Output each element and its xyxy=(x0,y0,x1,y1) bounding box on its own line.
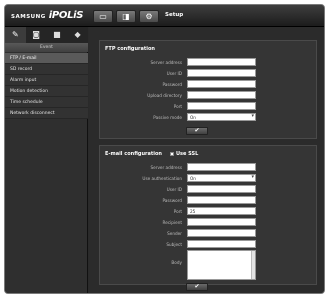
email-server-address-label: Server address xyxy=(150,165,182,170)
wrench-icon: ✎ xyxy=(12,30,19,39)
sidebar-item-network-disconnect[interactable]: Network disconnect xyxy=(5,108,88,119)
use-ssl-label: Use SSL xyxy=(176,151,199,157)
sidebar-menu: FTP / E-mail SD record Alarm input Motio… xyxy=(5,53,88,119)
main-content: FTP configuration Server address User ID… xyxy=(89,27,324,293)
ftp-server-address-label: Server address xyxy=(150,60,182,65)
tab-network[interactable]: ◆ xyxy=(67,27,88,43)
sidebar: ✎ ◙ ■ ◆ Event FTP / E-mail SD record Ala… xyxy=(5,27,88,293)
email-apply-button[interactable]: ✔ xyxy=(186,283,208,291)
app-window: SAMSUNG iPOLiS ▭ ◨ ⚙ Setup ✎ ◙ ■ ◆ Event… xyxy=(4,4,325,294)
email-body-label: Body xyxy=(171,260,182,265)
email-user-id-row: User ID xyxy=(100,185,318,194)
email-title: E-mail configuration xyxy=(105,151,162,157)
email-use-authentication-select[interactable]: On xyxy=(187,174,256,182)
ftp-password-row: Password xyxy=(100,80,318,89)
sidebar-item-sd-record[interactable]: SD record xyxy=(5,64,88,75)
sidebar-section-header: Event xyxy=(5,43,88,52)
ftp-password-label: Password xyxy=(162,82,182,87)
sidebar-tabs: ✎ ◙ ■ ◆ xyxy=(5,27,88,43)
email-port-label: Port xyxy=(173,209,182,214)
ftp-configuration-panel: FTP configuration Server address User ID… xyxy=(99,40,317,139)
ftp-title: FTP configuration xyxy=(105,46,155,52)
sidebar-item-motion-detection[interactable]: Motion detection xyxy=(5,86,88,97)
monitor-button[interactable]: ▭ xyxy=(93,10,113,23)
sidebar-item-alarm-input[interactable]: Alarm input xyxy=(5,75,88,86)
ftp-port-input[interactable] xyxy=(187,102,256,110)
email-port-input[interactable]: 25 xyxy=(187,207,256,215)
logo-brand: SAMSUNG xyxy=(11,14,46,20)
email-password-label: Password xyxy=(162,198,182,203)
playback-icon: ◨ xyxy=(122,12,130,21)
ftp-password-input[interactable] xyxy=(187,80,256,88)
email-body-textarea[interactable] xyxy=(187,250,256,280)
page-title: Setup xyxy=(165,12,184,18)
email-user-id-input[interactable] xyxy=(187,185,256,193)
email-use-authentication-row: Use authentication On xyxy=(100,174,318,183)
gear-icon: ⚙ xyxy=(145,12,153,21)
email-subject-label: Subject xyxy=(166,242,182,247)
email-server-address-input[interactable] xyxy=(187,163,256,171)
email-recipient-label: Recipient xyxy=(162,220,182,225)
monitor-icon: ▭ xyxy=(99,12,107,21)
email-recipient-input[interactable] xyxy=(187,218,256,226)
tab-basic[interactable]: ✎ xyxy=(5,27,26,43)
email-sender-input[interactable] xyxy=(187,229,256,237)
use-ssl-checkbox[interactable]: Use SSL xyxy=(170,151,198,157)
email-configuration-panel: E-mail configuration Use SSL Server addr… xyxy=(99,145,318,291)
ftp-apply-button[interactable]: ✔ xyxy=(186,127,208,135)
ftp-upload-directory-row: Upload directory xyxy=(100,91,318,100)
ftp-upload-directory-label: Upload directory xyxy=(147,93,182,98)
ftp-passive-mode-label: Passive mode xyxy=(153,115,182,120)
email-port-row: Port 25 xyxy=(100,207,318,216)
playback-button[interactable]: ◨ xyxy=(116,10,136,23)
ftp-passive-mode-row: Passive mode On xyxy=(100,113,318,122)
ftp-port-label: Port xyxy=(173,104,182,109)
email-password-row: Password xyxy=(100,196,318,205)
network-icon: ◆ xyxy=(74,30,81,39)
ftp-server-address-input[interactable] xyxy=(187,58,256,66)
sidebar-item-ftp-email[interactable]: FTP / E-mail xyxy=(5,53,88,64)
logo: SAMSUNG iPOLiS xyxy=(11,10,84,22)
tab-security[interactable]: ■ xyxy=(47,27,68,43)
email-password-input[interactable] xyxy=(187,196,256,204)
email-server-address-row: Server address xyxy=(100,163,318,172)
email-sender-row: Sender xyxy=(100,229,318,238)
top-bar: SAMSUNG iPOLiS ▭ ◨ ⚙ Setup xyxy=(5,5,324,27)
ftp-port-row: Port xyxy=(100,102,318,111)
ftp-user-id-label: User ID xyxy=(166,71,182,76)
ftp-server-address-row: Server address xyxy=(100,58,318,67)
sidebar-item-time-schedule[interactable]: Time schedule xyxy=(5,97,88,108)
ftp-user-id-row: User ID xyxy=(100,69,318,78)
email-subject-input[interactable] xyxy=(187,240,256,248)
document-icon: ◙ xyxy=(32,30,40,39)
logo-product: iPOLiS xyxy=(48,10,84,21)
body-scrollbar[interactable] xyxy=(251,251,255,279)
ftp-user-id-input[interactable] xyxy=(187,69,256,77)
ftp-passive-mode-select[interactable]: On xyxy=(187,113,256,121)
email-sender-label: Sender xyxy=(167,231,182,236)
lock-icon: ■ xyxy=(53,30,61,39)
setup-button[interactable]: ⚙ xyxy=(139,10,159,23)
tab-video[interactable]: ◙ xyxy=(26,27,47,43)
email-subject-row: Subject xyxy=(100,240,318,249)
email-use-authentication-label: Use authentication xyxy=(142,176,182,181)
email-recipient-row: Recipient xyxy=(100,218,318,227)
checkbox-box xyxy=(170,152,174,156)
email-user-id-label: User ID xyxy=(166,187,182,192)
ftp-upload-directory-input[interactable] xyxy=(187,91,256,99)
